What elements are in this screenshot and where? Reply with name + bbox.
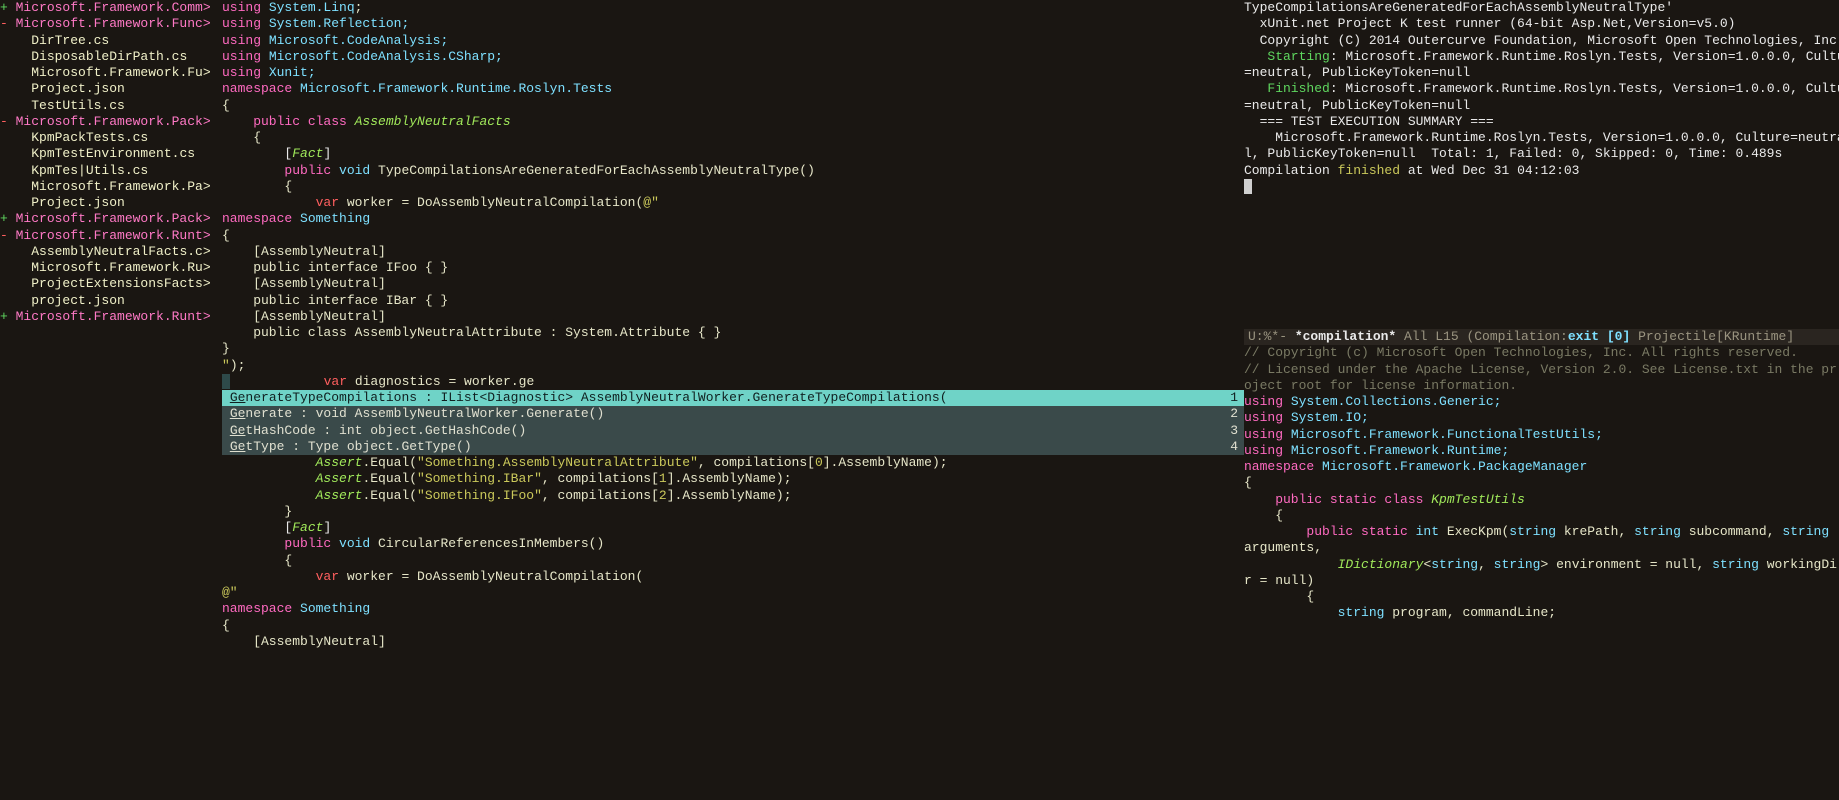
completion-item[interactable]: GenerateTypeCompilations : IList<Diagnos… <box>222 390 1244 406</box>
code-editor[interactable]: using System.Linq; using System.Reflecti… <box>222 0 1244 800</box>
tree-file[interactable]: Project.json <box>0 81 222 97</box>
completion-item[interactable]: Generate : void AssemblyNeutralWorker.Ge… <box>222 406 1244 422</box>
tree-file[interactable]: Microsoft.Framework.Fu> <box>0 65 222 81</box>
tree-file[interactable]: KpmTes|Utils.cs <box>0 163 222 179</box>
tree-row[interactable]: + Microsoft.Framework.Runt> <box>0 309 222 325</box>
tree-row[interactable]: - Microsoft.Framework.Func> <box>0 16 222 32</box>
tree-file[interactable]: AssemblyNeutralFacts.c> <box>0 244 222 260</box>
tree-file[interactable]: DirTree.cs <box>0 33 222 49</box>
compilation-output[interactable]: TypeCompilationsAreGeneratedForEachAssem… <box>1244 0 1839 329</box>
tree-file[interactable]: DisposableDirPath.cs <box>0 49 222 65</box>
completion-popup[interactable]: GenerateTypeCompilations : IList<Diagnos… <box>222 390 1244 455</box>
status-bar: U:%*- *compilation* All L15 (Compilation… <box>1244 329 1839 345</box>
tree-file[interactable]: Microsoft.Framework.Ru> <box>0 260 222 276</box>
right-code-editor[interactable]: // Copyright (c) Microsoft Open Technolo… <box>1244 345 1839 800</box>
tree-row[interactable]: + Microsoft.Framework.Comm> <box>0 0 222 16</box>
gutter-marker <box>222 374 230 389</box>
tree-file[interactable]: TestUtils.cs <box>0 98 222 114</box>
tree-file[interactable]: KpmPackTests.cs <box>0 130 222 146</box>
file-tree-sidebar: + Microsoft.Framework.Comm> - Microsoft.… <box>0 0 222 800</box>
tree-file[interactable]: KpmTestEnvironment.cs <box>0 146 222 162</box>
completion-item[interactable]: GetHashCode : int object.GetHashCode()3 <box>222 423 1244 439</box>
right-panel: TypeCompilationsAreGeneratedForEachAssem… <box>1244 0 1839 800</box>
tree-row[interactable]: + Microsoft.Framework.Pack> <box>0 211 222 227</box>
cursor <box>1244 179 1252 194</box>
tree-file[interactable]: ProjectExtensionsFacts> <box>0 276 222 292</box>
tree-row[interactable]: - Microsoft.Framework.Pack> <box>0 114 222 130</box>
tree-file[interactable]: project.json <box>0 293 222 309</box>
completion-item[interactable]: GetType : Type object.GetType()4 <box>222 439 1244 455</box>
tree-file[interactable]: Project.json <box>0 195 222 211</box>
tree-row[interactable]: - Microsoft.Framework.Runt> <box>0 228 222 244</box>
tree-file[interactable]: Microsoft.Framework.Pa> <box>0 179 222 195</box>
